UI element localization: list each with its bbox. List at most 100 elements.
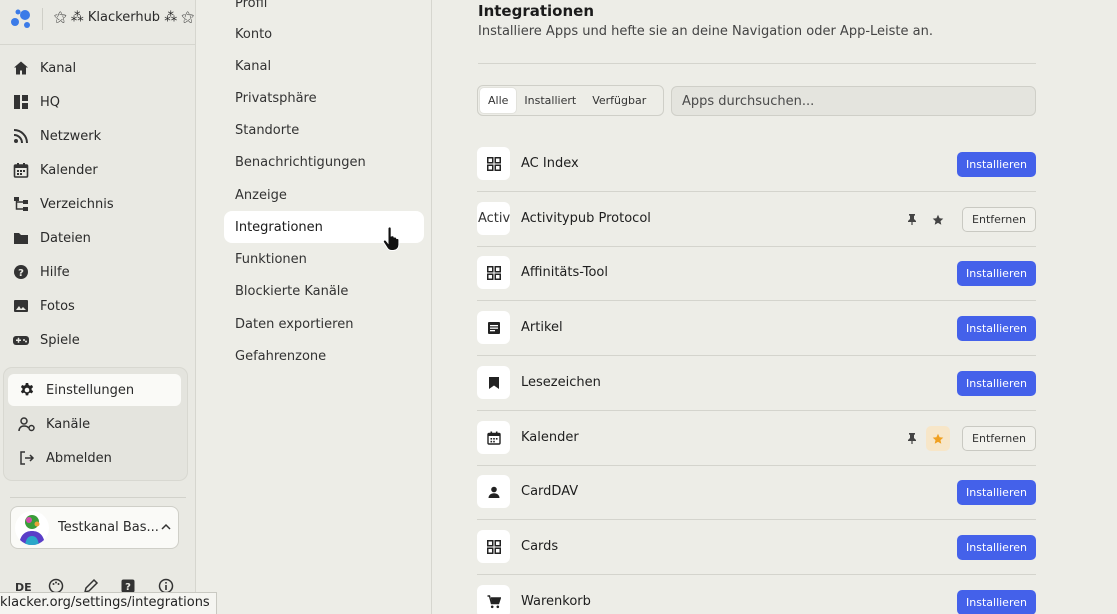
tab-alle[interactable]: Alle [480, 88, 517, 113]
grid-icon [477, 256, 510, 289]
nav-label: Dateien [40, 230, 91, 246]
pin-icon[interactable] [904, 211, 920, 227]
nav-item-hq[interactable]: HQ [0, 85, 196, 119]
install-button[interactable]: Installieren [957, 590, 1036, 614]
install-button[interactable]: Installieren [957, 152, 1036, 177]
svg-text:?: ? [18, 268, 24, 279]
app-name: Activitypub Protocol [521, 211, 651, 226]
page-title: Integrationen [478, 2, 595, 20]
nav-label: Netzwerk [40, 128, 102, 144]
menu-item-abmelden[interactable]: Abmelden [8, 442, 181, 474]
settings-item-kanal[interactable]: Kanal [224, 50, 424, 82]
app-name: Affinitäts-Tool [521, 265, 608, 280]
menu-label: Kanäle [46, 416, 91, 432]
star-filled-icon[interactable] [926, 426, 950, 451]
nav-label: Kalender [40, 162, 98, 178]
settings-menu: Profil Konto Kanal Privatsphäre Standort… [196, 0, 432, 614]
remove-button[interactable]: Entfernen [962, 207, 1036, 232]
settings-item-privatsphaere[interactable]: Privatsphäre [224, 82, 424, 114]
cart-icon [477, 585, 510, 614]
app-name: Artikel [521, 320, 563, 335]
sidebar-divider [10, 497, 186, 498]
app-row-kalender: Kalender Entfernen [477, 411, 1036, 466]
app-row-cards: Cards Installieren [477, 520, 1036, 575]
sitemap-icon [12, 195, 30, 213]
bookmark-icon [477, 366, 510, 399]
install-button[interactable]: Installieren [957, 371, 1036, 396]
nav-item-kalender[interactable]: Kalender [0, 153, 196, 187]
header-divider [478, 63, 1036, 64]
dashboard-icon [12, 93, 30, 111]
main-nav: Kanal HQ Netzwerk Kalender Verzeichnis D… [0, 51, 196, 357]
integrations-panel: Integrationen Installiere Apps und hefte… [432, 0, 1117, 614]
nav-item-kanal[interactable]: Kanal [0, 51, 196, 85]
avatar [15, 510, 49, 545]
menu-label: Einstellungen [46, 382, 135, 398]
nav-item-fotos[interactable]: Fotos [0, 289, 196, 323]
channel-switcher[interactable]: Testkanal Bas... [10, 506, 179, 549]
settings-item-gefahrenzone[interactable]: Gefahrenzone [224, 340, 424, 372]
nav-label: Hilfe [40, 264, 70, 280]
app-icon-text: Activ Prot [478, 211, 510, 226]
app-name: Cards [521, 539, 559, 554]
app-row-activitypub: Activ Prot Activitypub Protocol Entferne… [477, 192, 1036, 247]
app-name: AC Index [521, 156, 579, 171]
status-bar-url: klacker.org/settings/integrations [0, 592, 217, 614]
nav-item-netzwerk[interactable]: Netzwerk [0, 119, 196, 153]
app-name: Lesezeichen [521, 375, 601, 390]
app-row-ac-index: AC Index Installieren [477, 137, 1036, 192]
filter-tabs: Alle Installiert Verfügbar [477, 85, 664, 116]
user-cog-icon [18, 415, 36, 433]
nav-item-dateien[interactable]: Dateien [0, 221, 196, 255]
settings-item-standorte[interactable]: Standorte [224, 114, 424, 146]
settings-item-blockierte-kanaele[interactable]: Blockierte Kanäle [224, 275, 424, 307]
brand-header: ⚝ ⁂ Klackerhub ⁂ ⚝ [0, 0, 196, 45]
app-row-artikel: Artikel Installieren [477, 301, 1036, 356]
nav-label: Spiele [40, 332, 80, 348]
chevron-up-icon [160, 521, 172, 537]
page-subtitle: Installiere Apps und hefte sie an deine … [478, 24, 933, 39]
install-button[interactable]: Installieren [957, 316, 1036, 341]
tab-verfuegbar[interactable]: Verfügbar [584, 88, 654, 113]
grid-icon [477, 530, 510, 563]
pin-icon[interactable] [904, 430, 920, 446]
logo-icon[interactable] [10, 7, 32, 29]
user-menu: Einstellungen Kanäle Abmelden [4, 368, 187, 480]
install-button[interactable]: Installieren [957, 261, 1036, 286]
gamepad-icon [12, 331, 30, 349]
install-button[interactable]: Installieren [957, 480, 1036, 505]
nav-item-verzeichnis[interactable]: Verzeichnis [0, 187, 196, 221]
settings-item-benachrichtigungen[interactable]: Benachrichtigungen [224, 146, 424, 178]
menu-label: Abmelden [46, 450, 112, 466]
apps-search-input[interactable] [671, 86, 1036, 116]
tab-installiert[interactable]: Installiert [516, 88, 584, 113]
nav-item-spiele[interactable]: Spiele [0, 323, 196, 357]
hand-cursor-icon [382, 226, 400, 251]
star-icon[interactable] [926, 207, 950, 232]
app-row-warenkorb: Warenkorb Installieren [477, 575, 1036, 614]
home-icon [12, 59, 30, 77]
install-button[interactable]: Installieren [957, 535, 1036, 560]
person-icon [477, 475, 510, 508]
help-icon: ? [12, 263, 30, 281]
nav-item-hilfe[interactable]: ? Hilfe [0, 255, 196, 289]
remove-button[interactable]: Entfernen [962, 426, 1036, 451]
rss-icon [12, 127, 30, 145]
site-name[interactable]: ⚝ ⁂ Klackerhub ⁂ ⚝ [54, 10, 194, 25]
app-row-lesezeichen: Lesezeichen Installieren [477, 356, 1036, 411]
grid-icon [477, 147, 510, 180]
menu-item-kanaele[interactable]: Kanäle [8, 408, 181, 440]
settings-item-anzeige[interactable]: Anzeige [224, 179, 424, 211]
menu-item-einstellungen[interactable]: Einstellungen [8, 374, 181, 406]
settings-item-konto[interactable]: Konto [224, 18, 424, 50]
settings-item-profil[interactable]: Profil [224, 0, 424, 19]
app-name: Warenkorb [521, 594, 591, 609]
image-icon [12, 297, 30, 315]
nav-label: Fotos [40, 298, 75, 314]
folder-icon [12, 229, 30, 247]
app-row-carddav: CardDAV Installieren [477, 465, 1036, 520]
settings-item-daten-exportieren[interactable]: Daten exportieren [224, 308, 424, 340]
nav-label: Verzeichnis [40, 196, 114, 212]
calendar-icon [477, 421, 510, 454]
app-row-affinitaets-tool: Affinitäts-Tool Installieren [477, 246, 1036, 301]
